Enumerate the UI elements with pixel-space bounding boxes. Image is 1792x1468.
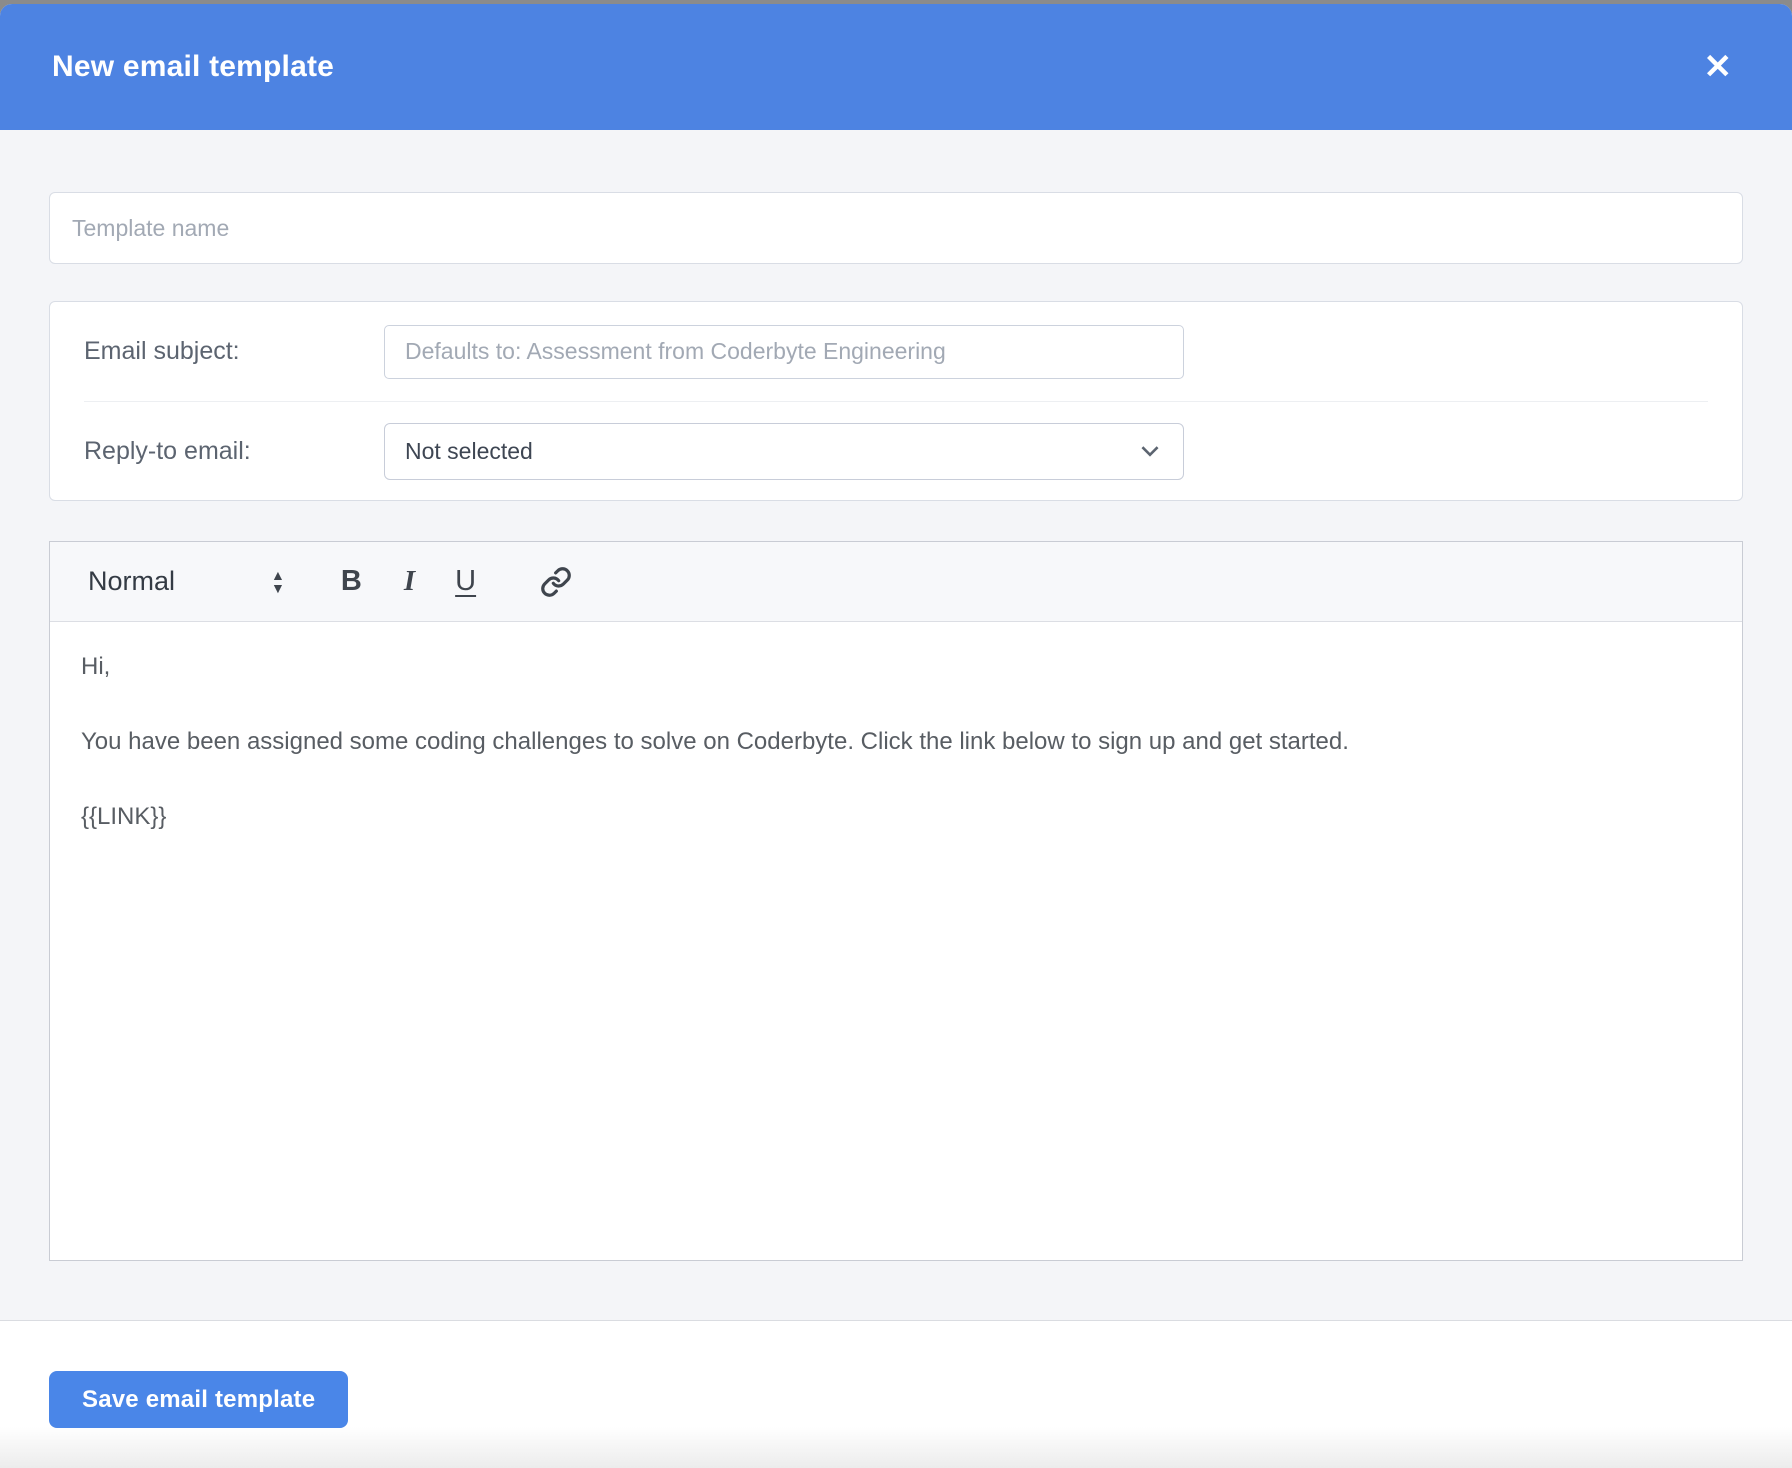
insert-link-button[interactable]	[532, 560, 580, 604]
email-body-paragraph: Hi,	[81, 653, 111, 680]
reply-to-select[interactable]: Not selected	[384, 422, 1184, 480]
italic-button[interactable]: I	[396, 561, 423, 602]
email-body-editor: Normal ▲ ▼ B I U Hi, You have been assig…	[49, 541, 1743, 1261]
email-subject-input[interactable]	[384, 324, 1184, 379]
email-subject-row: Email subject:	[84, 302, 1708, 401]
template-name-input[interactable]	[49, 192, 1743, 264]
reply-to-row: Reply-to email: Not selected	[84, 401, 1708, 500]
new-email-template-modal: New email template ✕ Email subject: Repl…	[0, 4, 1792, 1468]
email-body-paragraph: You have been assigned some coding chall…	[81, 728, 1349, 755]
chevron-down-icon	[1141, 446, 1159, 457]
style-picker-arrows-icon: ▲ ▼	[271, 568, 285, 596]
modal-body: Email subject: Reply-to email: Not selec…	[0, 130, 1792, 1261]
modal-header: New email template ✕	[0, 4, 1792, 130]
email-body-paragraph: {{LINK}}	[81, 803, 167, 830]
paragraph-style-value: Normal	[88, 566, 176, 596]
modal-footer: Save email template	[0, 1320, 1792, 1468]
close-icon[interactable]: ✕	[1696, 46, 1741, 88]
reply-to-label: Reply-to email:	[84, 436, 251, 465]
modal-title: New email template	[52, 50, 335, 83]
link-icon	[541, 566, 571, 597]
email-body-text-area[interactable]: Hi, You have been assigned some coding c…	[50, 622, 1742, 1260]
screen: New email template ✕ Email subject: Repl…	[0, 0, 1792, 1468]
reply-to-selected-value: Not selected	[405, 437, 533, 464]
save-email-template-button[interactable]: Save email template	[49, 1371, 349, 1428]
email-settings-card: Email subject: Reply-to email: Not selec…	[49, 301, 1743, 501]
email-subject-label: Email subject:	[84, 337, 240, 365]
underline-button[interactable]: U	[447, 561, 484, 602]
arrow-down-icon: ▼	[271, 579, 285, 596]
editor-toolbar: Normal ▲ ▼ B I U	[50, 542, 1742, 622]
paragraph-style-picker[interactable]: Normal ▲ ▼	[88, 566, 285, 597]
bold-button[interactable]: B	[333, 561, 370, 602]
